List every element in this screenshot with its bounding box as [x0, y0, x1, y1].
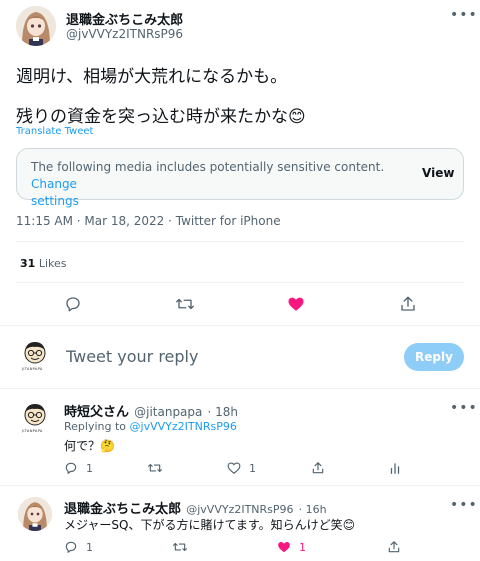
likes-label: Likes	[38, 257, 67, 270]
avatar-caption: JITANPAPA	[22, 367, 43, 371]
share-icon[interactable]	[311, 461, 325, 475]
reply-more-options-icon[interactable]: •••	[450, 497, 478, 513]
reply-author-handle[interactable]: @jitanpapa	[134, 405, 202, 419]
divider	[16, 282, 464, 283]
reply-header: 退職金ぶちこみ太郎 @jvVVYz2ITNRsP96 · 16h	[64, 498, 327, 517]
reply-icon[interactable]	[64, 295, 82, 313]
retweet-icon[interactable]	[172, 540, 188, 554]
reply-icon[interactable]	[64, 540, 78, 554]
translate-tweet-link[interactable]: Translate Tweet	[16, 126, 93, 137]
reply-time[interactable]: · 16h	[299, 503, 327, 516]
reply-time[interactable]: · 18h	[207, 405, 238, 419]
share-icon[interactable]	[399, 295, 417, 313]
likes-count: 31	[20, 257, 36, 270]
reply-header: 時短父さん @jitanpapa · 18h	[64, 401, 238, 420]
reply-more-options-icon[interactable]: •••	[450, 400, 478, 416]
retweet-icon[interactable]	[175, 295, 195, 313]
divider	[0, 388, 480, 389]
reply-icon[interactable]	[64, 461, 78, 475]
retweet-icon[interactable]	[147, 461, 163, 475]
author-handle[interactable]: @jvVVYz2ITNRsP96	[66, 27, 183, 41]
author-avatar[interactable]	[16, 6, 56, 46]
replying-to: Replying to @jvVVYz2ITNRsP96	[64, 420, 237, 433]
reply-author-avatar[interactable]	[18, 497, 52, 531]
like-heart-icon[interactable]	[287, 295, 305, 313]
reply-avatar-caption: JITANPAPA	[22, 429, 43, 433]
reply-input[interactable]: Tweet your reply	[66, 347, 198, 366]
divider	[16, 241, 464, 242]
divider	[0, 485, 480, 486]
reply-text: メジャーSQ、下がる方に賭けてます。知らんけど笑😊	[64, 518, 356, 532]
reply-count: 1	[86, 462, 93, 475]
change-settings-link[interactable]: Change	[31, 177, 77, 191]
reply-author-name[interactable]: 時短父さん	[64, 405, 129, 420]
reply-button[interactable]: Reply	[404, 343, 464, 371]
divider	[0, 325, 480, 326]
analytics-icon[interactable]	[388, 461, 402, 475]
likes-stat[interactable]: 31 Likes	[20, 257, 66, 270]
view-button[interactable]: View	[422, 166, 454, 180]
anime-avatar-image	[16, 6, 56, 46]
tweet-timestamp[interactable]: 11:15 AM · Mar 18, 2022 · Twitter for iP…	[16, 214, 281, 228]
sensitive-media-notice: The following media includes potentially…	[16, 148, 464, 208]
change-settings-link-2[interactable]: settings	[31, 194, 79, 208]
share-icon[interactable]	[387, 540, 401, 554]
like-count: 1	[299, 541, 306, 554]
author-name[interactable]: 退職金ぶちこみ太郎	[66, 9, 183, 28]
like-heart-icon[interactable]	[277, 540, 291, 554]
sensitive-notice-text: The following media includes potentially…	[31, 160, 385, 174]
tweet-text-line-1: 週明け、相場が大荒れになるかも。	[16, 67, 288, 87]
like-count: 1	[249, 462, 256, 475]
replying-to-label: Replying to	[64, 420, 127, 433]
tweet-text-line-2: 残りの資金を突っ込む時が来たかな😊	[16, 107, 306, 127]
reply-author-handle[interactable]: @jvVVYz2ITNRsP96	[186, 503, 293, 516]
reply-count: 1	[86, 541, 93, 554]
reply-text: 何で？🤔	[64, 439, 115, 453]
anime-avatar-image	[18, 497, 52, 531]
replying-to-handle[interactable]: @jvVVYz2ITNRsP96	[130, 420, 237, 433]
more-options-icon[interactable]: •••	[450, 7, 478, 23]
like-heart-outline-icon[interactable]	[227, 461, 241, 475]
reply-author-name[interactable]: 退職金ぶちこみ太郎	[64, 502, 181, 517]
